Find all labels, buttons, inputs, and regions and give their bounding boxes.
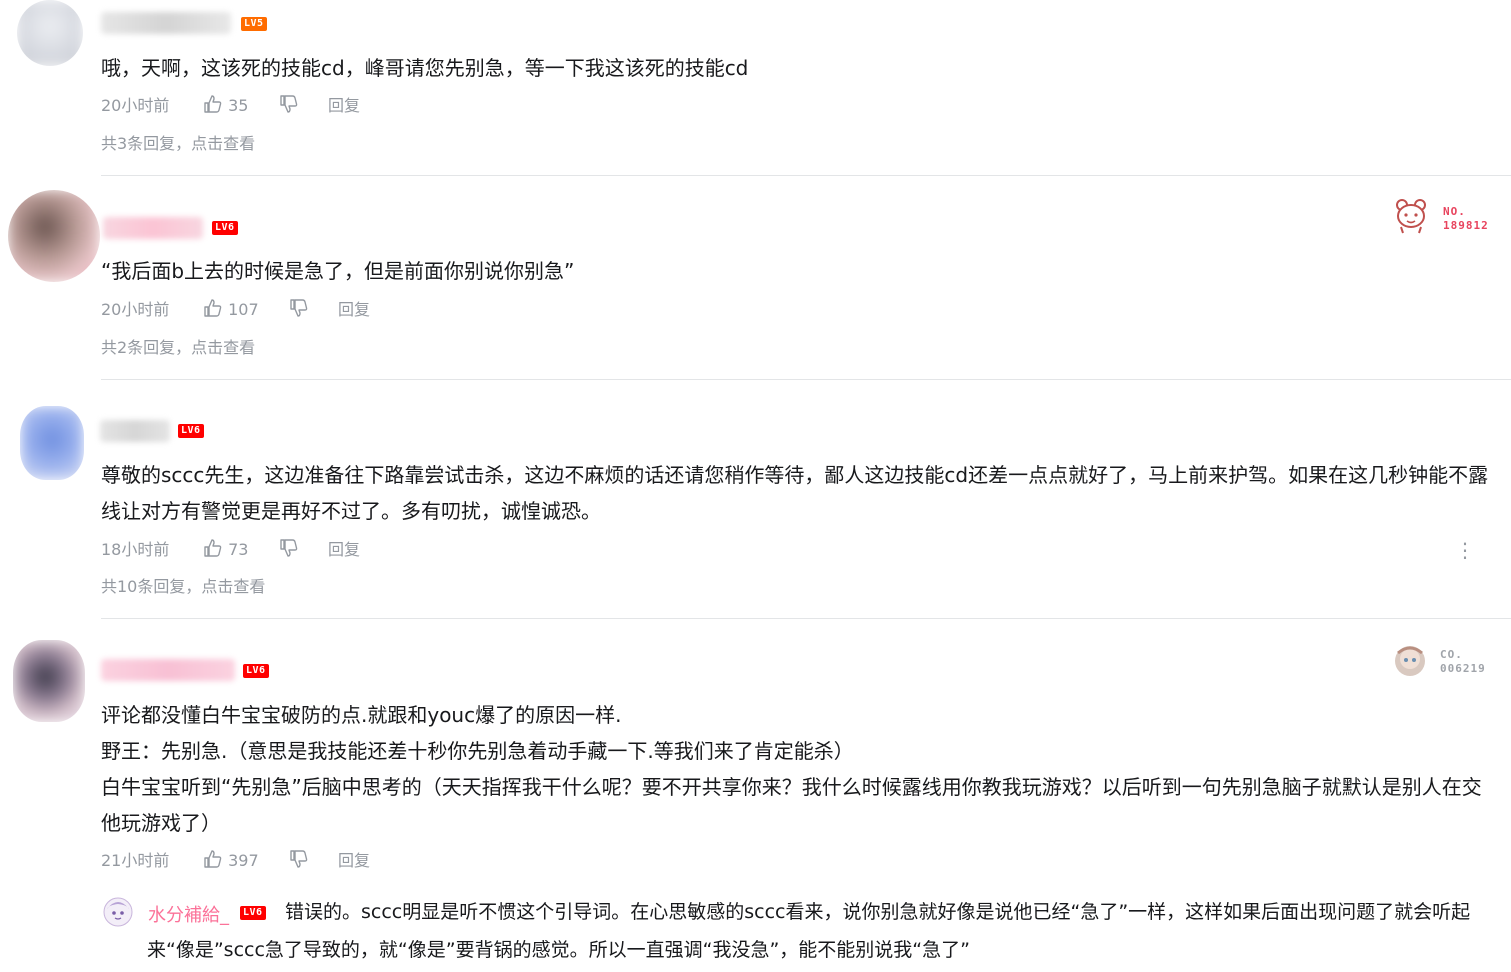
more-icon[interactable]: ⋮ — [1455, 540, 1475, 560]
like-button[interactable]: 397 — [203, 849, 259, 873]
avatar[interactable] — [20, 406, 84, 480]
username[interactable] — [100, 420, 170, 442]
divider — [101, 618, 1511, 619]
reply-button[interactable]: 回复 — [328, 94, 360, 118]
content-line: 野王：先别急.（意思是我技能还差十秒你先别急着动手藏一下.等我们来了肯定能杀） — [101, 739, 854, 763]
avatar-image — [103, 897, 133, 927]
comment-content: 评论都没懂白牛宝宝破防的点.就跟和youc爆了的原因一样. 野王：先别急.（意思… — [101, 697, 1496, 841]
like-icon — [204, 95, 222, 113]
level-badge: LV5 — [241, 17, 267, 31]
like-button[interactable]: 73 — [203, 538, 248, 562]
username[interactable] — [101, 659, 235, 681]
reply-button[interactable]: 回复 — [328, 538, 360, 562]
badge-label: CO. — [1440, 648, 1463, 661]
like-button[interactable]: 107 — [203, 298, 259, 322]
like-count: 35 — [228, 96, 249, 115]
dislike-icon — [280, 95, 298, 113]
sub-reply-content: 错误的。sccc明显是听不惯这个引导词。在心思敏感的sccc看来，说你别急就好像… — [147, 901, 1471, 961]
sub-reply-avatar[interactable] — [103, 897, 133, 927]
like-count: 397 — [228, 851, 259, 870]
comment-time: 20小时前 — [101, 96, 170, 115]
comment-time: 21小时前 — [101, 851, 170, 870]
view-replies-link[interactable]: 共10条回复，点击查看 — [101, 573, 265, 597]
username[interactable] — [103, 217, 203, 239]
fan-badge-icon — [1395, 646, 1425, 676]
avatar[interactable] — [13, 640, 85, 722]
like-button[interactable]: 35 — [203, 94, 248, 118]
reply-button[interactable]: 回复 — [338, 849, 370, 873]
reply-button[interactable]: 回复 — [338, 298, 370, 322]
comment-content: 哦，天啊，这该死的技能cd，峰哥请您先别急，等一下我这该死的技能cd — [101, 56, 749, 80]
divider — [101, 379, 1511, 380]
comment-time: 18小时前 — [101, 540, 170, 559]
divider — [101, 175, 1511, 176]
view-replies-link[interactable]: 共2条回复，点击查看 — [101, 334, 255, 358]
level-badge: LV6 — [243, 664, 269, 678]
badge-number: 006219 — [1440, 662, 1486, 675]
fan-badge: CO. 006219 — [1392, 643, 1500, 683]
comment-content: “我后面b上去的时候是急了，但是前面你别说你别急” — [101, 259, 575, 283]
dislike-icon — [280, 539, 298, 557]
like-icon — [204, 850, 222, 868]
badge-label: NO. — [1443, 205, 1466, 218]
avatar[interactable] — [8, 190, 100, 282]
avatar[interactable] — [17, 0, 83, 66]
dislike-button[interactable] — [279, 538, 299, 562]
username[interactable] — [101, 12, 231, 34]
dislike-icon — [290, 850, 308, 868]
level-badge: LV6 — [178, 424, 204, 438]
badge-number: 189812 — [1443, 219, 1489, 232]
dislike-button[interactable] — [279, 94, 299, 118]
dislike-button[interactable] — [289, 849, 309, 873]
comment-content: 尊敬的sccc先生，这边准备往下路靠尝试击杀，这边不麻烦的话还请您稍作等待，鄙人… — [101, 463, 1489, 523]
level-badge: LV6 — [212, 221, 238, 235]
like-count: 73 — [228, 540, 249, 559]
like-icon — [204, 299, 222, 317]
content-line: 白牛宝宝听到“先别急”后脑中思考的（天天指挥我干什么呢？要不开共享你来？我什么时… — [101, 775, 1482, 835]
fan-badge-icon — [1396, 199, 1426, 234]
view-replies-link[interactable]: 共3条回复，点击查看 — [101, 130, 255, 154]
fan-badge: NO. 189812 — [1392, 196, 1500, 236]
like-count: 107 — [228, 300, 259, 319]
comment-time: 20小时前 — [101, 300, 170, 319]
like-icon — [204, 539, 222, 557]
dislike-button[interactable] — [289, 298, 309, 322]
content-line: 评论都没懂白牛宝宝破防的点.就跟和youc爆了的原因一样. — [101, 703, 622, 727]
dislike-icon — [290, 299, 308, 317]
